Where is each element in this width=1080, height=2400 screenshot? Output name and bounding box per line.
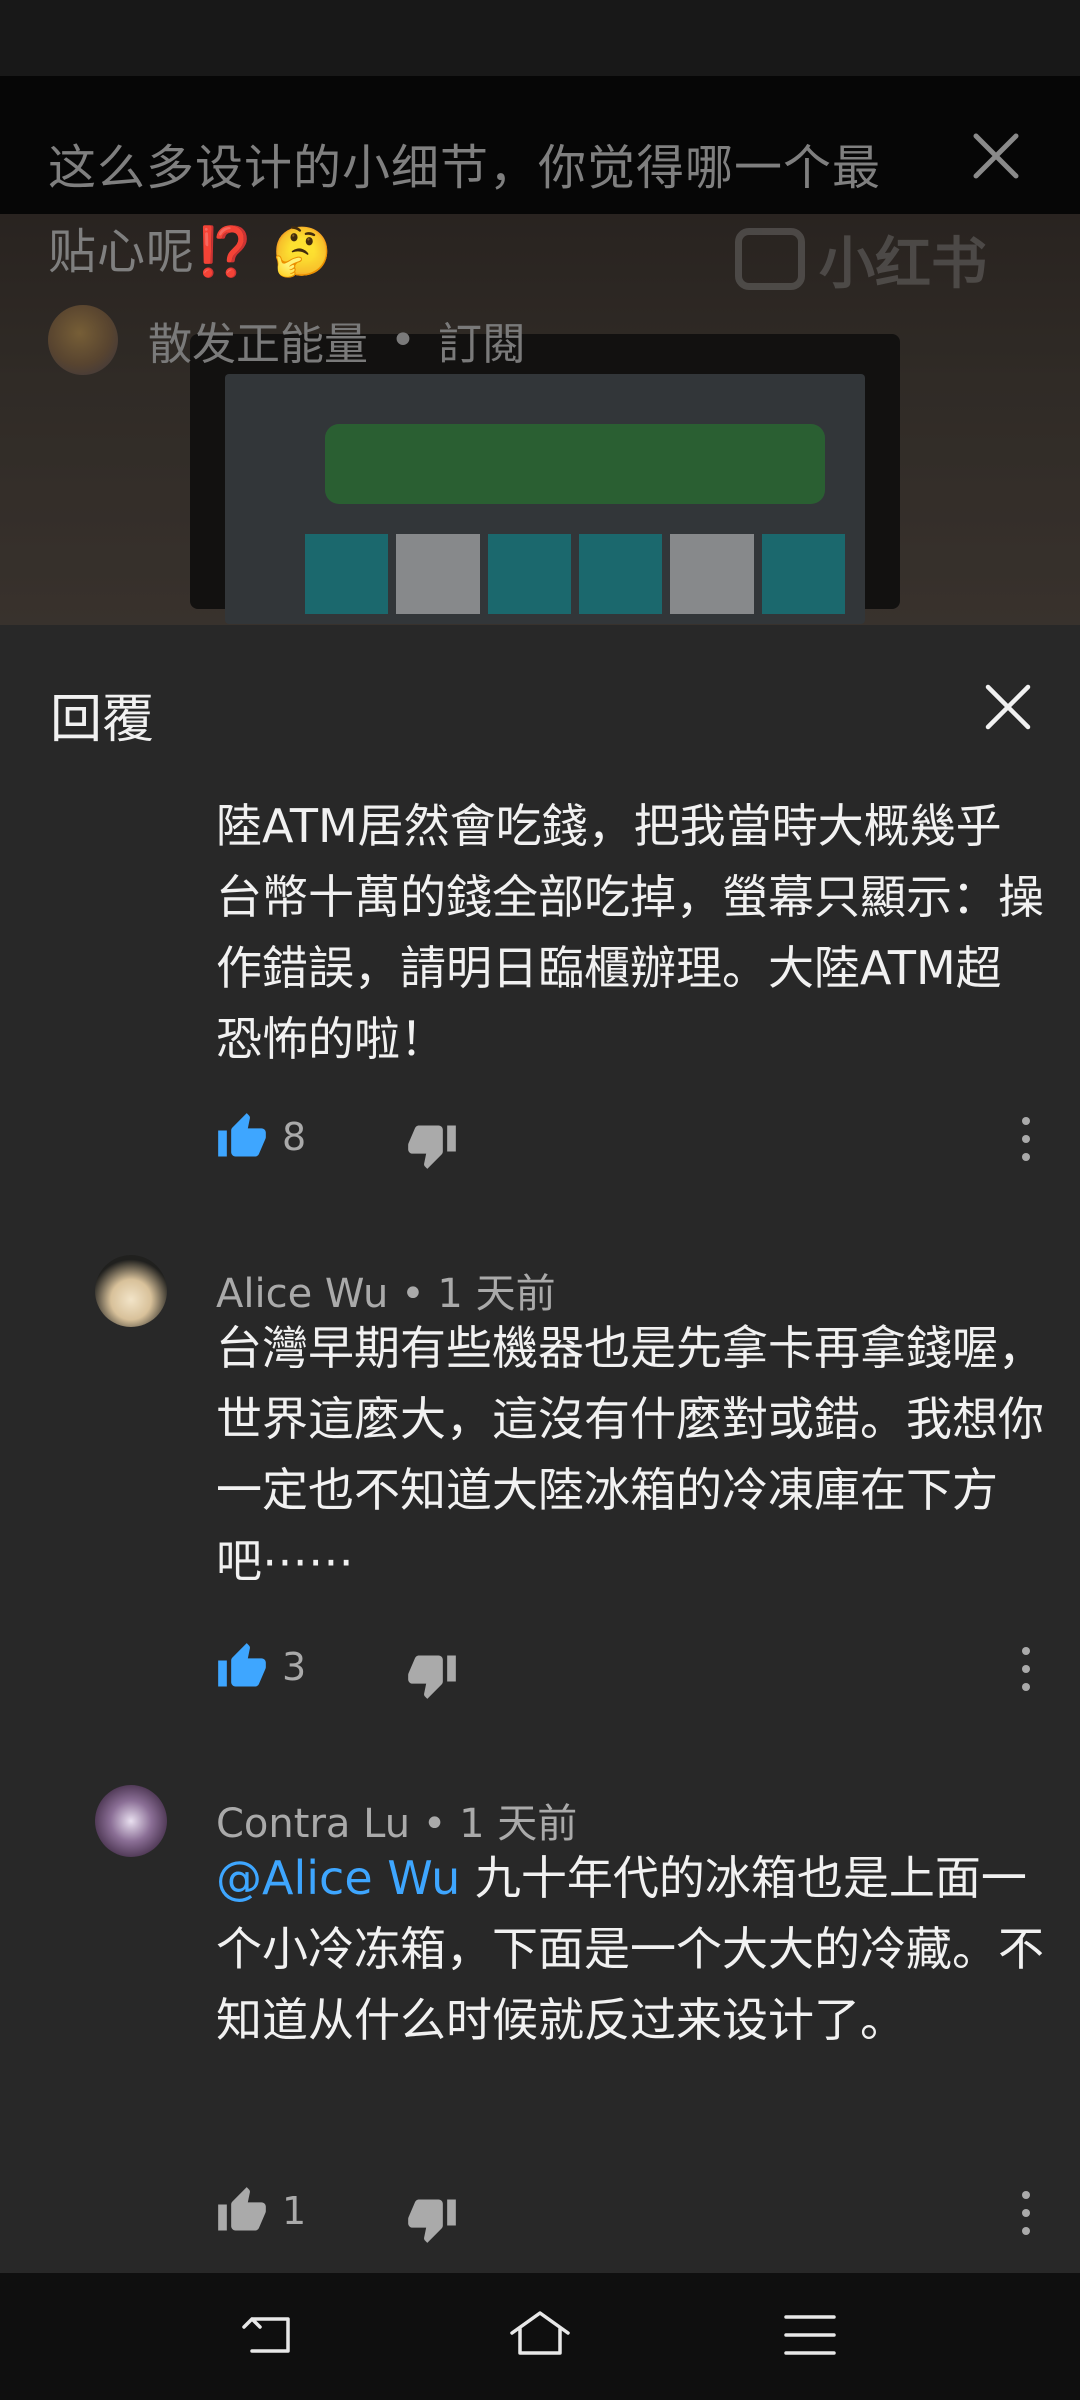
avatar[interactable] [95,1785,167,1857]
thumbs-up-icon[interactable] [216,2185,268,2237]
menu-icon[interactable] [778,2303,842,2367]
comment-actions: 8 [216,1111,1046,1171]
video-title: 这么多设计的小细节，你觉得哪一个最贴心呢⁉️ 🤔 [48,126,928,294]
more-vert-icon[interactable] [1016,2187,1036,2239]
video-title-text: 这么多设计的小细节，你觉得哪一个最贴心呢 [48,140,882,280]
thumbs-down-icon[interactable] [406,2193,458,2245]
comment-meta: Contra Lu • 1 天前 [216,1791,577,1849]
navigation-bar [0,2273,1080,2400]
close-icon[interactable] [982,681,1034,733]
comment-author[interactable]: Alice Wu [216,1271,388,1317]
thumbs-down-icon[interactable] [406,1649,458,1701]
panel-title: 回覆 [50,690,155,750]
thumbs-up-icon[interactable] [216,1111,268,1163]
comment-meta: Alice Wu • 1 天前 [216,1261,556,1319]
like-count: 3 [282,1645,307,1689]
comment-actions: 3 [216,1641,1046,1701]
thumbs-up-icon[interactable] [216,1641,268,1693]
comment-author[interactable]: Contra Lu [216,1801,410,1847]
comment-time: • 1 天前 [422,1801,578,1847]
channel-avatar[interactable] [48,305,118,375]
more-vert-icon[interactable] [1016,1113,1036,1165]
thumbs-down-icon[interactable] [406,1119,458,1171]
comment-actions: 1 [216,2185,1046,2245]
separator-dot: • [390,314,416,366]
comment-text: 台灣早期有些機器也是先拿卡再拿錢喔，世界這麼大，這沒有什麼對或錯。我想你一定也不… [216,1321,1044,1588]
replies-panel: 回覆 陸ATM居然會吃錢，把我當時大概幾乎台幣十萬的錢全部吃掉，螢幕只顯示：操作… [0,625,1080,2273]
comment-time: • 1 天前 [401,1271,556,1317]
status-bar [0,0,1080,76]
mention-link[interactable]: @Alice Wu [216,1851,460,1905]
avatar[interactable] [95,1255,167,1327]
subscribe-button[interactable]: 訂閱 [438,308,526,372]
video-close-icon[interactable] [968,128,1024,184]
thinking-face-emoji: 🤔 [272,224,333,280]
like-count: 8 [282,1115,307,1159]
back-icon[interactable] [238,2303,302,2367]
comment-text: 陸ATM居然會吃錢，把我當時大概幾乎台幣十萬的錢全部吃掉，螢幕只顯示：操作錯誤，… [216,799,1044,1066]
more-vert-icon[interactable] [1016,1643,1036,1695]
channel-name[interactable]: 散发正能量 [148,308,368,372]
home-icon[interactable] [508,2303,572,2367]
exclamation-question-emoji: ⁉️ [195,224,256,280]
channel-row[interactable]: 散发正能量 • 訂閱 [48,300,526,380]
video-player[interactable]: 小红书 这么多设计的小细节，你觉得哪一个最贴心呢⁉️ 🤔 散发正能量 • 訂閱 [0,76,1080,625]
comment-text: @Alice Wu 九十年代的冰箱也是上面一个小冷冻箱，下面是一个大大的冷藏。不… [216,1843,1046,2056]
like-count: 1 [282,2189,307,2233]
